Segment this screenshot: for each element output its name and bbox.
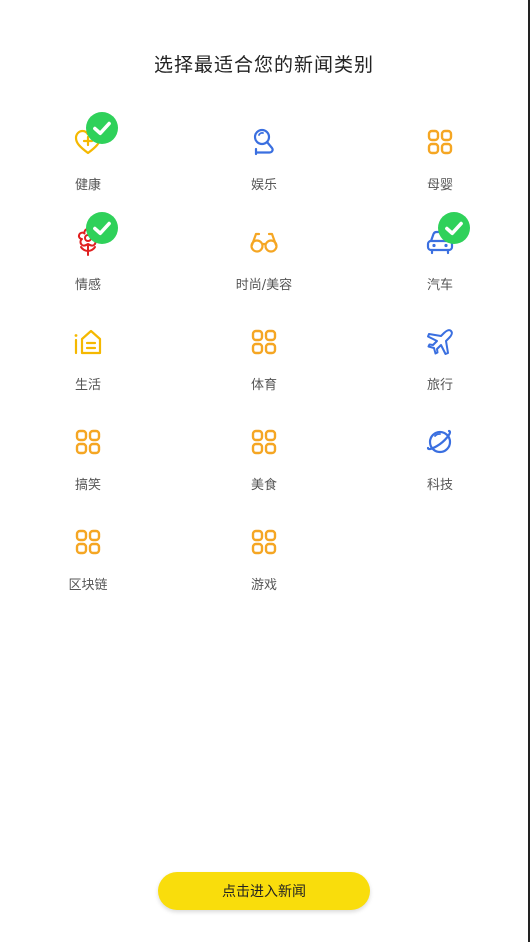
grid-icon	[75, 429, 101, 455]
category-item[interactable]: 科技	[352, 412, 528, 512]
category-icon-wrap	[72, 112, 118, 158]
category-item[interactable]: 游戏	[176, 512, 352, 612]
category-icon-wrap	[248, 126, 280, 158]
category-label: 旅行	[426, 378, 453, 393]
category-label: 区块链	[68, 578, 108, 593]
category-item[interactable]: 旅行	[352, 312, 528, 412]
category-item[interactable]: 体育	[176, 312, 352, 412]
category-label: 时尚/美容	[235, 278, 293, 293]
category-item[interactable]: 汽车	[352, 212, 528, 312]
grid-icon	[251, 329, 277, 355]
category-icon-wrap	[248, 326, 280, 358]
category-item[interactable]: 娱乐	[176, 112, 352, 212]
airplane-icon	[427, 329, 453, 355]
grid-icon	[427, 129, 453, 155]
category-icon-wrap	[248, 226, 280, 258]
category-item[interactable]: 母婴	[352, 112, 528, 212]
category-label: 母婴	[426, 178, 453, 193]
grid-icon	[251, 529, 277, 555]
category-label: 汽车	[426, 278, 453, 293]
category-label: 体育	[250, 378, 277, 393]
category-grid: 健康 娱乐 母婴 情感 时尚/美容 汽车 生活 体育 旅行 搞笑 美食 科技 区…	[0, 112, 528, 612]
category-icon-wrap	[72, 426, 104, 458]
category-label: 搞笑	[74, 478, 101, 493]
grid-icon	[251, 429, 277, 455]
category-item[interactable]: 时尚/美容	[176, 212, 352, 312]
planet-icon	[426, 429, 452, 454]
selected-check-icon	[86, 212, 118, 244]
category-icon-wrap	[248, 526, 280, 558]
category-label: 游戏	[250, 578, 277, 593]
page-title: 选择最适合您的新闻类别	[153, 54, 374, 76]
category-item[interactable]: 区块链	[0, 512, 176, 612]
category-icon-wrap	[424, 326, 456, 358]
enter-news-button[interactable]: 点击进入新闻	[158, 872, 370, 910]
category-label: 美食	[250, 478, 277, 493]
category-item[interactable]: 生活	[0, 312, 176, 412]
grid-icon	[75, 529, 101, 555]
category-icon-wrap	[424, 126, 456, 158]
category-item[interactable]: 美食	[176, 412, 352, 512]
category-item[interactable]: 健康	[0, 112, 176, 212]
category-label: 生活	[74, 378, 101, 393]
category-icon-wrap	[424, 426, 456, 458]
category-icon-wrap	[424, 212, 470, 258]
category-icon-wrap	[248, 426, 280, 458]
category-item[interactable]: 搞笑	[0, 412, 176, 512]
category-icon-wrap	[72, 326, 104, 358]
category-label: 娱乐	[250, 178, 277, 193]
glasses-icon	[250, 232, 278, 253]
category-label: 健康	[74, 178, 101, 193]
category-label: 情感	[74, 278, 101, 293]
selected-check-icon	[438, 212, 470, 244]
category-icon-wrap	[72, 526, 104, 558]
selected-check-icon	[86, 112, 118, 144]
house-icon	[74, 329, 102, 355]
category-icon-wrap	[72, 212, 118, 258]
category-item[interactable]: 情感	[0, 212, 176, 312]
magnifier-icon	[253, 128, 274, 156]
category-select-screen: 选择最适合您的新闻类别 健康 娱乐 母婴 情感 时尚/美容 汽车 生活 体育 旅…	[0, 0, 530, 942]
category-label: 科技	[426, 478, 453, 493]
